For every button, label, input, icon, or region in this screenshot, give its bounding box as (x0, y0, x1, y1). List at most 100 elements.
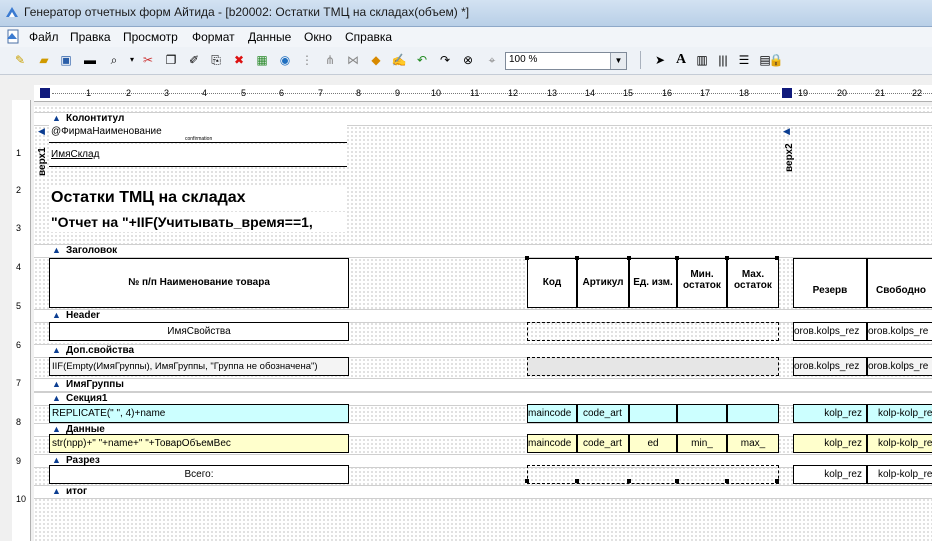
menu-data[interactable]: Данные (248, 30, 291, 44)
chevron-down-icon[interactable]: ▼ (610, 53, 626, 69)
selection-handle[interactable] (627, 256, 631, 260)
header-kod-cell[interactable]: Код (527, 258, 577, 308)
preview-icon[interactable]: ⌕ (106, 52, 122, 68)
data-code-art[interactable]: code_art (577, 434, 629, 453)
delete-icon[interactable]: ✖ (231, 52, 247, 68)
lock-icon[interactable]: 🔒 (768, 52, 784, 68)
chart-icon[interactable]: ▥ (694, 52, 710, 68)
selection-handle[interactable] (775, 256, 779, 260)
selection-handle[interactable] (525, 256, 529, 260)
stop-icon[interactable]: ⊗ (460, 52, 476, 68)
header-svobodno-cell[interactable]: Свободно (867, 258, 932, 308)
report-date-expr[interactable]: "Отчет на "+IIF(Учитывать_время==1, (49, 212, 347, 232)
section-maincode[interactable]: maincode (527, 404, 577, 423)
collapse-icon[interactable]: ▲ (52, 245, 61, 255)
group-expr-cell[interactable]: IIF(Empty(ИмяГруппы), ИмяГруппы, "Группа… (49, 357, 349, 376)
format-paint-icon[interactable]: ✐ (186, 52, 202, 68)
selection-handle[interactable] (725, 256, 729, 260)
band-zagolovok[interactable]: ▲ Заголовок (34, 244, 932, 258)
razrez-rezerv-value[interactable]: kolp_rez (793, 465, 867, 484)
header-max-cell[interactable]: Мах. остаток (727, 258, 779, 308)
document-icon[interactable] (6, 29, 20, 44)
razrez-svobodno-value[interactable]: kolp-kolp_re (867, 465, 932, 484)
data-ed[interactable]: ed (629, 434, 677, 453)
collapse-icon[interactable]: ▲ (52, 113, 61, 123)
menu-file[interactable]: Файл (29, 30, 59, 44)
band-dop-svoistva[interactable]: ▲ Доп.свойства (34, 344, 932, 358)
selection-handle[interactable] (627, 479, 631, 483)
report-title[interactable]: Остатки ТМЦ на складах (49, 186, 347, 210)
redo-icon[interactable]: ↷ (437, 52, 453, 68)
zoom-select[interactable]: 100 % ▼ (505, 52, 627, 70)
collapse-icon[interactable]: ▲ (52, 393, 61, 403)
collapse-icon[interactable]: ▲ (52, 455, 61, 465)
data-rezerv-value[interactable]: kolp_rez (793, 434, 867, 453)
zoom-icon[interactable]: ⌖ (484, 52, 500, 68)
refresh-icon[interactable]: ◉ (277, 52, 293, 68)
dop-rezerv-value[interactable]: oroв.kolps_rez (793, 357, 867, 376)
menu-format[interactable]: Формат (192, 30, 235, 44)
section-expr-cell[interactable]: REPLICATE(" ", 4)+name (49, 404, 349, 423)
selection-handle[interactable] (575, 479, 579, 483)
text-icon[interactable]: A (673, 52, 689, 68)
section-svobodno-value[interactable]: kolp-kolp_re (867, 404, 932, 423)
selection-handle[interactable] (675, 256, 679, 260)
preview-dropdown-icon[interactable]: ▾ (124, 52, 140, 68)
dop-svobodno-value[interactable]: oroв.kolps_re (867, 357, 932, 376)
header-rezerv-cell[interactable]: Резерв (793, 258, 867, 308)
header-svobodno-value[interactable]: oroв.kolps_re (867, 322, 932, 341)
diamond-icon[interactable]: ◆ (368, 52, 384, 68)
dop-empty-cells[interactable] (527, 357, 779, 376)
tree-icon[interactable]: ⋔ (322, 52, 338, 68)
band-header[interactable]: ▲ Header (34, 309, 932, 323)
selection-handle[interactable] (575, 256, 579, 260)
list-icon[interactable]: ☰ (736, 52, 752, 68)
selection-handle[interactable] (675, 479, 679, 483)
header-rezerv-value[interactable]: oroв.kolps_rez (793, 322, 867, 341)
sklad-field[interactable]: ИмяСклад (49, 144, 347, 167)
barcode-icon[interactable]: ||| (715, 52, 731, 68)
section-ed[interactable] (629, 404, 677, 423)
section-rezerv-value[interactable]: kolp_rez (793, 404, 867, 423)
razrez-empty-cells[interactable] (527, 465, 779, 484)
band-imya-gruppy[interactable]: ▲ ИмяГруппы (34, 378, 932, 392)
selection-handle[interactable] (525, 479, 529, 483)
property-name-cell[interactable]: ИмяСвойства (49, 322, 349, 341)
section-max[interactable] (727, 404, 779, 423)
menu-view[interactable]: Просмотр (123, 30, 178, 44)
data-min[interactable]: min_ (677, 434, 727, 453)
section-code-art[interactable]: code_art (577, 404, 629, 423)
menu-window[interactable]: Окно (304, 30, 332, 44)
menu-help[interactable]: Справка (345, 30, 392, 44)
firm-field[interactable]: @ФирмаНаименование confirmation (49, 124, 347, 143)
group-icon[interactable]: ⋮ (299, 52, 315, 68)
save-icon[interactable]: ▣ (58, 52, 74, 68)
margin-marker-left[interactable] (40, 88, 50, 98)
menu-edit[interactable]: Правка (70, 30, 111, 44)
collapse-icon[interactable]: ▲ (52, 310, 61, 320)
header-empty-cells[interactable] (527, 322, 779, 341)
paste-icon[interactable]: ⎘ (208, 52, 224, 68)
data-svobodno-value[interactable]: kolp-kolp_re (867, 434, 932, 453)
data-max[interactable]: max_ (727, 434, 779, 453)
undo-icon[interactable]: ↶ (414, 52, 430, 68)
header-name-cell[interactable]: № п/п Наименование товара (49, 258, 349, 308)
band-itog[interactable]: ▲ итог (34, 485, 932, 499)
data-maincode[interactable]: maincode (527, 434, 577, 453)
collapse-icon[interactable]: ▲ (52, 424, 61, 434)
edit-icon[interactable]: ✍ (391, 52, 407, 68)
header-artikul-cell[interactable]: Артикул (577, 258, 629, 308)
table-icon[interactable]: ▦ (254, 52, 270, 68)
collapse-icon[interactable]: ▲ (52, 345, 61, 355)
collapse-icon[interactable]: ▲ (52, 486, 61, 496)
data-expr-cell[interactable]: str(npp)+" "+name+" "+ТоварОбъемВес (49, 434, 349, 453)
pointer-icon[interactable]: ➤ (652, 52, 668, 68)
new-icon[interactable]: ✎ (12, 52, 28, 68)
margin-marker-right[interactable] (782, 88, 792, 98)
collapse-icon[interactable]: ▲ (52, 379, 61, 389)
total-label-cell[interactable]: Всего: (49, 465, 349, 484)
print-icon[interactable]: ▬ (82, 52, 98, 68)
header-min-cell[interactable]: Мин. остаток (677, 258, 727, 308)
copy-icon[interactable]: ❐ (163, 52, 179, 68)
open-icon[interactable]: ▰ (36, 52, 52, 68)
